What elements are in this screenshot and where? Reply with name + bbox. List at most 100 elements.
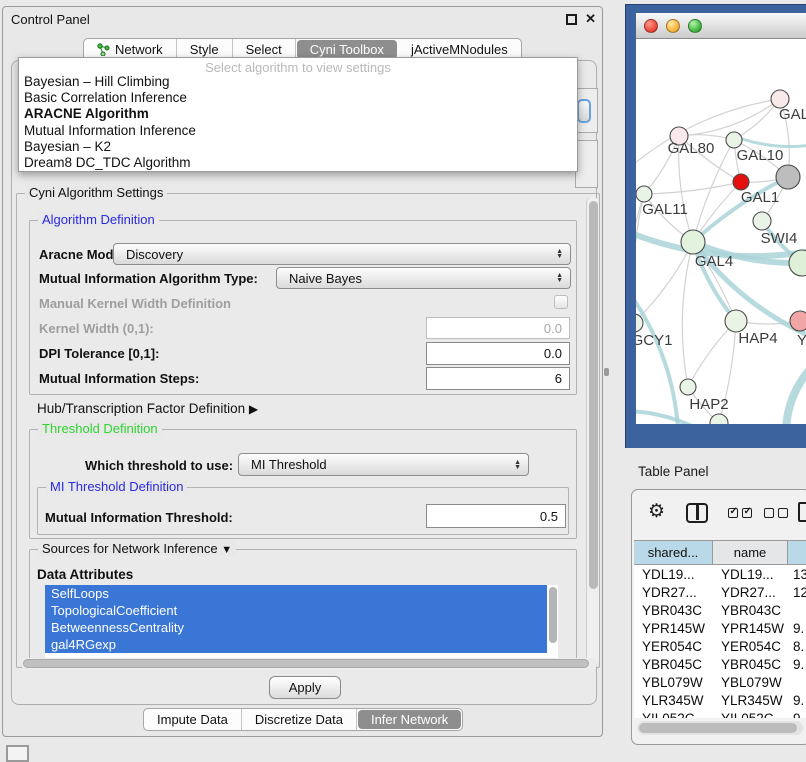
- table-row[interactable]: YBL079WYBL079W: [634, 673, 806, 691]
- settings-vertical-scrollbar[interactable]: [586, 197, 599, 665]
- algorithm-option[interactable]: Dream8 DC_TDC Algorithm: [19, 155, 577, 171]
- tab-label: Infer Network: [371, 712, 448, 727]
- algorithm-option[interactable]: Basic Correlation Inference: [19, 90, 577, 106]
- table-header-row: shared...name: [634, 540, 806, 565]
- network-node-salmon[interactable]: [790, 311, 806, 331]
- data-attributes-list[interactable]: SelfLoopsTopologicalCoefficientBetweenne…: [45, 585, 558, 663]
- tab-infer-network[interactable]: Infer Network: [358, 710, 461, 729]
- minimize-traffic-light-icon[interactable]: [666, 19, 680, 33]
- mi-threshold-label: Mutual Information Threshold:: [45, 510, 233, 525]
- network-node-gcy1[interactable]: [636, 314, 643, 332]
- network-node-gray-node[interactable]: [776, 165, 800, 189]
- table-header-cell[interactable]: shared...: [634, 541, 713, 564]
- table-cell: YDL19...: [713, 565, 788, 583]
- table-header-cell[interactable]: [788, 541, 806, 564]
- network-edge[interactable]: [679, 99, 780, 136]
- hidden-panel-fragment: [575, 140, 598, 188]
- table-row[interactable]: YDR27...YDR27...12: [634, 583, 806, 601]
- tab-label: Impute Data: [157, 712, 228, 727]
- aracne-mode-value: Discovery: [126, 247, 183, 262]
- network-node-hap4[interactable]: [725, 310, 747, 332]
- attribute-list-item[interactable]: BetweennessCentrality: [45, 619, 547, 636]
- table-horizontal-scrollbar[interactable]: [637, 721, 803, 735]
- table-cell: YPR145W: [634, 619, 713, 637]
- mi-threshold-field[interactable]: 0.5: [426, 504, 566, 528]
- network-node-gal4[interactable]: [681, 230, 705, 254]
- kernel-width-label: Kernel Width (0,1):: [39, 321, 154, 336]
- mi-type-select[interactable]: Naive Bayes ▲▼: [276, 267, 571, 289]
- attribute-list-item[interactable]: SelfLoops: [45, 585, 547, 602]
- split-pane-grip[interactable]: [604, 368, 609, 376]
- expanded-arrow-icon[interactable]: ▼: [221, 544, 232, 556]
- algorithm-option[interactable]: ARACNE Algorithm: [19, 106, 577, 122]
- dpi-tolerance-field[interactable]: 0.0: [426, 342, 570, 365]
- network-edge-highlight[interactable]: [786, 367, 806, 424]
- network-edge-highlight[interactable]: [742, 139, 806, 147]
- table-row[interactable]: YBR045CYBR045C9.: [634, 655, 806, 673]
- algorithm-option[interactable]: Bayesian – K2: [19, 139, 577, 155]
- network-canvas[interactable]: GALGAL80GAL10GAL1GAL11SWI4GAL4GCY1HAP4YH…: [636, 39, 806, 424]
- table-cell: YLR345W: [634, 691, 713, 709]
- table-row[interactable]: YLR345WYLR345W9.: [634, 691, 806, 709]
- table-row[interactable]: YPR145WYPR145W9.: [634, 619, 806, 637]
- close-traffic-light-icon[interactable]: [644, 19, 658, 33]
- table-cell: YDR27...: [634, 583, 713, 601]
- network-node-gal10[interactable]: [726, 132, 742, 148]
- attribute-list-item[interactable]: gal4RGexp: [45, 636, 547, 653]
- table-row[interactable]: YBR043CYBR043C: [634, 601, 806, 619]
- hub-definition-label: Hub/Transcription Factor Definition: [37, 401, 245, 416]
- network-edge[interactable]: [636, 242, 693, 323]
- table-cell: YBR045C: [713, 655, 788, 673]
- attribute-list-item[interactable]: TopologicalCoefficient: [45, 602, 547, 619]
- zoom-traffic-light-icon[interactable]: [688, 19, 702, 33]
- tab-discretize-data[interactable]: Discretize Data: [242, 709, 357, 730]
- table-row[interactable]: YDL19...YDL19...13: [634, 565, 806, 583]
- tab-label: jActiveMNodules: [411, 42, 508, 57]
- network-edge[interactable]: [688, 321, 736, 387]
- hub-definition-toggle[interactable]: Hub/Transcription Factor Definition ▶: [37, 401, 258, 416]
- algorithm-option[interactable]: Mutual Information Inference: [19, 123, 577, 139]
- table-cell: YIL052C: [713, 709, 788, 718]
- network-node-gal11[interactable]: [636, 186, 652, 202]
- float-window-icon[interactable]: [566, 14, 577, 25]
- mi-steps-field[interactable]: 6: [426, 367, 570, 390]
- gear-icon[interactable]: ⚙: [648, 500, 665, 523]
- table-cell: YBL079W: [713, 673, 788, 691]
- table-hscroll-thumb[interactable]: [639, 723, 797, 733]
- tab-label: Network: [115, 42, 163, 57]
- close-icon[interactable]: ✕: [585, 11, 596, 27]
- settings-horizontal-scrollbar[interactable]: [21, 658, 597, 670]
- network-node-bottom[interactable]: [710, 414, 728, 424]
- network-window-titlebar[interactable]: [636, 13, 806, 39]
- network-edge[interactable]: [644, 182, 741, 194]
- network-icon: [97, 43, 110, 56]
- table-cell: YDL19...: [634, 565, 713, 583]
- network-edge-highlight[interactable]: [636, 291, 678, 424]
- deselect-all-icon[interactable]: [764, 508, 788, 518]
- network-node-swi4[interactable]: [753, 212, 771, 230]
- mi-type-value: Naive Bayes: [289, 271, 362, 286]
- network-edge[interactable]: [682, 242, 693, 387]
- table-row[interactable]: YER054CYER054C8.: [634, 637, 806, 655]
- network-node-hap2[interactable]: [680, 379, 696, 395]
- table-cell: 13: [788, 565, 806, 583]
- settings-hscroll-thumb[interactable]: [23, 659, 589, 668]
- tab-label: Discretize Data: [255, 712, 343, 727]
- new-table-icon[interactable]: [798, 502, 806, 522]
- combo-arrows-icon: ▲▼: [556, 249, 563, 259]
- table-row[interactable]: YIL052CYIL052C9: [634, 709, 806, 718]
- select-all-icon[interactable]: [728, 508, 752, 518]
- algorithm-option[interactable]: Bayesian – Hill Climbing: [19, 74, 577, 90]
- settings-vscroll-thumb[interactable]: [589, 201, 598, 589]
- birdseye-corner-widget[interactable]: [6, 745, 29, 762]
- manual-kernel-checkbox[interactable]: [554, 295, 568, 309]
- split-columns-icon[interactable]: [686, 503, 708, 523]
- table-header-cell[interactable]: name: [713, 541, 788, 564]
- network-node-gal1[interactable]: [733, 174, 749, 190]
- aracne-mode-select[interactable]: Discovery ▲▼: [113, 243, 571, 265]
- list-scrollbar-thumb[interactable]: [549, 587, 557, 643]
- node-label-gal11: GAL11: [642, 201, 688, 218]
- apply-button[interactable]: Apply: [269, 676, 341, 699]
- which-threshold-select[interactable]: MI Threshold ▲▼: [238, 453, 529, 476]
- tab-impute-data[interactable]: Impute Data: [144, 709, 242, 730]
